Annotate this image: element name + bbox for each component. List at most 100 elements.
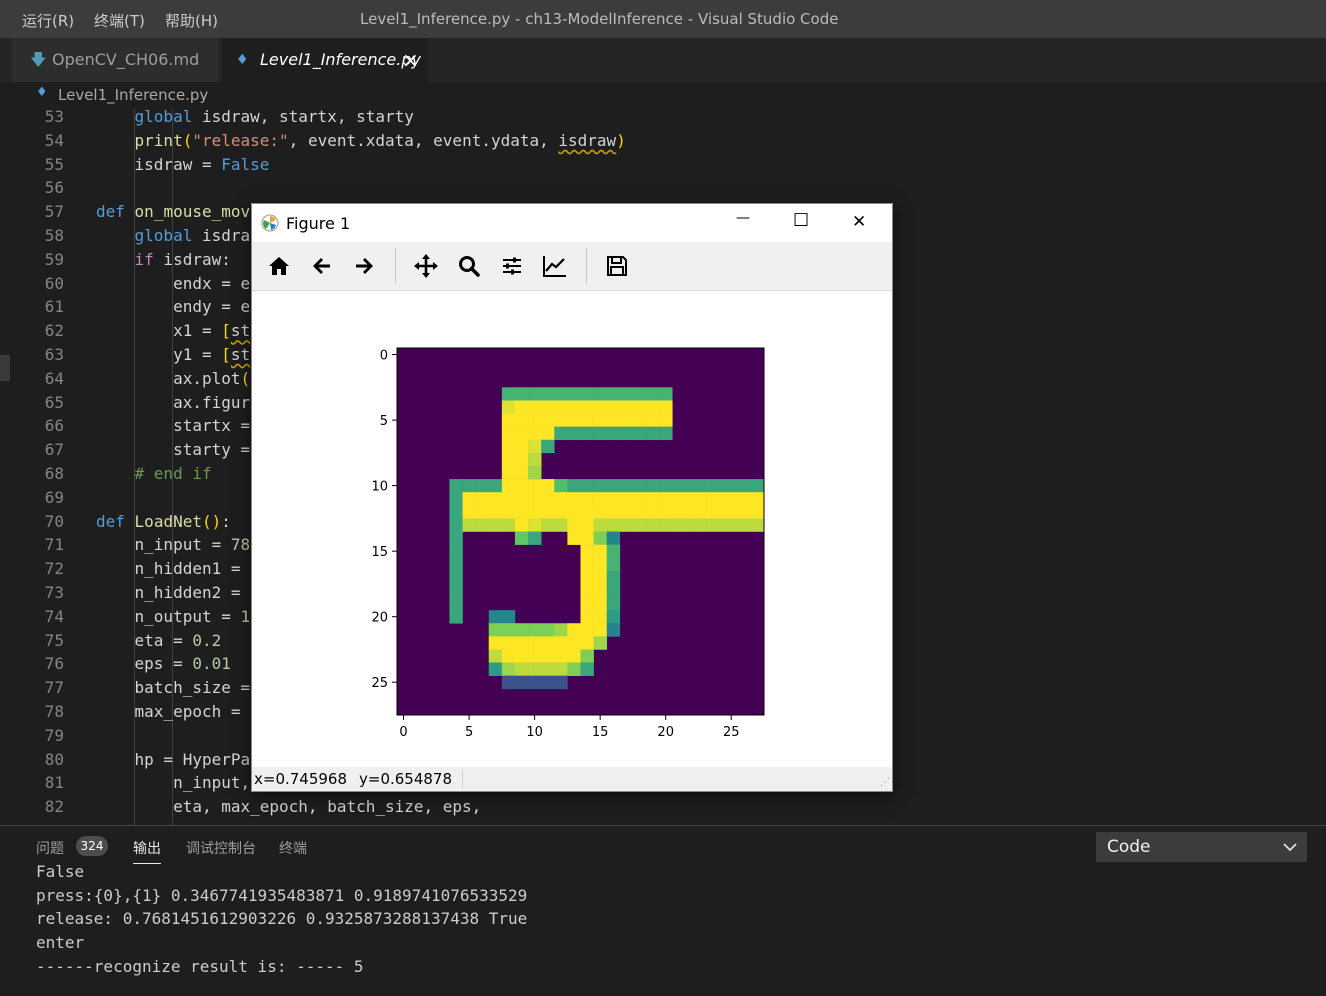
- tab-terminal[interactable]: 终端: [279, 838, 307, 858]
- line-number: 75: [44, 630, 64, 650]
- chevron-down-icon: [1283, 843, 1297, 852]
- close-icon[interactable]: ×: [402, 38, 419, 82]
- figure-title-bar[interactable]: Figure 1 — ☐ ✕: [252, 204, 892, 242]
- heatmap-cell: [488, 623, 503, 637]
- heatmap-cell: [541, 439, 555, 454]
- heatmap-cell: [580, 597, 594, 611]
- heatmap-cell: [554, 400, 568, 414]
- figure-window[interactable]: Figure 1 — ☐ ✕ 0 5 10 15 20 25 0 5 10 15…: [251, 203, 893, 792]
- code-text: n_input,: [96, 771, 250, 795]
- code-text: endx = e: [96, 272, 250, 296]
- heatmap-cell: [606, 570, 621, 585]
- heatmap-cell: [750, 505, 765, 519]
- menu-help[interactable]: 帮助(H): [165, 10, 218, 31]
- code-text: n_input = 78: [96, 533, 251, 557]
- code-token: x1 =: [96, 321, 222, 341]
- code-token: if: [134, 249, 154, 269]
- tab-level1-inference[interactable]: ♦ Level1_Inference.py ×: [222, 38, 428, 82]
- code-token: n_input =: [96, 535, 231, 555]
- figure-canvas[interactable]: 0 5 10 15 20 25 0 5 10 15 20 25: [252, 291, 892, 767]
- heatmap-cell: [750, 492, 765, 506]
- code-token: endx = e: [96, 273, 251, 293]
- back-button[interactable]: [306, 250, 338, 282]
- heatmap-cell: [501, 610, 516, 624]
- heatmap-cell: [567, 505, 581, 519]
- heatmap-cell: [606, 610, 621, 624]
- breadcrumb-file[interactable]: Level1_Inference.py: [58, 86, 208, 104]
- heatmap-cell: [711, 518, 725, 532]
- pan-button[interactable]: [410, 250, 442, 282]
- heatmap-cell: [475, 505, 490, 519]
- digit-heatmap[interactable]: 0 5 10 15 20 25 0 5 10 15 20 25: [252, 291, 892, 767]
- output-channel-select[interactable]: Code: [1096, 832, 1307, 862]
- maximize-button[interactable]: ☐: [793, 210, 809, 231]
- heatmap-cell: [449, 570, 463, 585]
- forward-button[interactable]: [348, 250, 380, 282]
- code-line[interactable]: 55 isdraw = False: [0, 153, 1326, 177]
- heatmap-cell: [449, 479, 463, 493]
- heatmap-cell: [528, 465, 542, 480]
- code-text: def LoadNet():: [96, 510, 231, 534]
- menu-run[interactable]: 运行(R): [22, 10, 74, 31]
- code-line[interactable]: 53 global isdraw, startx, starty: [0, 109, 1326, 129]
- heatmap-cell: [501, 492, 516, 506]
- code-token: ax.figur: [96, 392, 251, 412]
- heatmap-cell: [449, 505, 463, 519]
- edit-axis-button[interactable]: [539, 250, 571, 282]
- save-button[interactable]: [601, 250, 633, 282]
- home-button[interactable]: [263, 250, 295, 282]
- heatmap-cell: [593, 400, 608, 414]
- code-line[interactable]: 56: [0, 176, 1326, 200]
- resize-grip-icon[interactable]: ⋰: [880, 777, 890, 788]
- heatmap-cell: [554, 623, 568, 637]
- python-icon: ♦: [236, 52, 249, 68]
- output-line: press:{0},{1} 0.3467741935483871 0.91897…: [36, 885, 528, 905]
- heatmap-cell: [554, 662, 568, 676]
- line-number: 66: [44, 416, 64, 436]
- cursor-x-readout: x=0.745968: [254, 770, 348, 788]
- line-number: 53: [44, 109, 64, 126]
- heatmap-cell: [606, 583, 621, 598]
- toolbar-separator: [395, 248, 396, 284]
- tab-debug-console[interactable]: 调试控制台: [186, 838, 256, 858]
- line-number: 69: [44, 487, 64, 507]
- heatmap-cell: [698, 518, 712, 532]
- minimize-button[interactable]: —: [736, 210, 750, 226]
- heatmap-cell: [567, 531, 581, 545]
- heatmap-cell: [488, 610, 503, 624]
- tab-problems[interactable]: 问题: [36, 838, 64, 858]
- configure-subplots-button[interactable]: [496, 250, 528, 282]
- heatmap-cell: [567, 387, 581, 401]
- code-line[interactable]: 54 print("release:", event.xdata, event.…: [0, 129, 1326, 153]
- code-token: isdraw: [558, 130, 617, 150]
- code-token: on_mouse_mov: [134, 202, 251, 222]
- heatmap-cell: [580, 623, 594, 637]
- close-button[interactable]: ✕: [852, 212, 866, 232]
- heatmap-cell: [475, 492, 490, 506]
- heatmap-cell: [580, 570, 594, 585]
- heatmap-cell: [514, 387, 529, 401]
- heatmap-cell: [593, 597, 608, 611]
- code-text: print("release:", event.xdata, event.yda…: [96, 129, 626, 153]
- heatmap-cell: [501, 452, 516, 467]
- code-line[interactable]: 82 eta, max_epoch, batch_size, eps,: [0, 795, 1326, 819]
- zoom-button[interactable]: [453, 250, 485, 282]
- menu-terminal[interactable]: 终端(T): [94, 10, 145, 31]
- heatmap-cell: [646, 492, 660, 506]
- line-number: 54: [44, 130, 64, 150]
- line-number: 74: [44, 606, 64, 626]
- heatmap-cell: [619, 400, 634, 414]
- code-text: global isdraw, startx, starty: [96, 109, 414, 129]
- line-number: 79: [44, 725, 64, 745]
- heatmap-cell: [554, 636, 568, 650]
- heatmap-cell: [646, 413, 660, 427]
- heatmap-cell: [619, 479, 634, 493]
- tab-output[interactable]: 输出: [133, 838, 161, 864]
- x-tick-label: 25: [723, 725, 740, 740]
- heatmap-cell: [632, 479, 647, 493]
- heatmap-cell: [541, 492, 555, 506]
- tab-opencv-ch06[interactable]: 🡇 OpenCV_CH06.md: [12, 38, 218, 82]
- line-number: 63: [44, 345, 64, 364]
- heatmap-cell: [449, 492, 463, 506]
- heatmap-cell: [580, 518, 594, 532]
